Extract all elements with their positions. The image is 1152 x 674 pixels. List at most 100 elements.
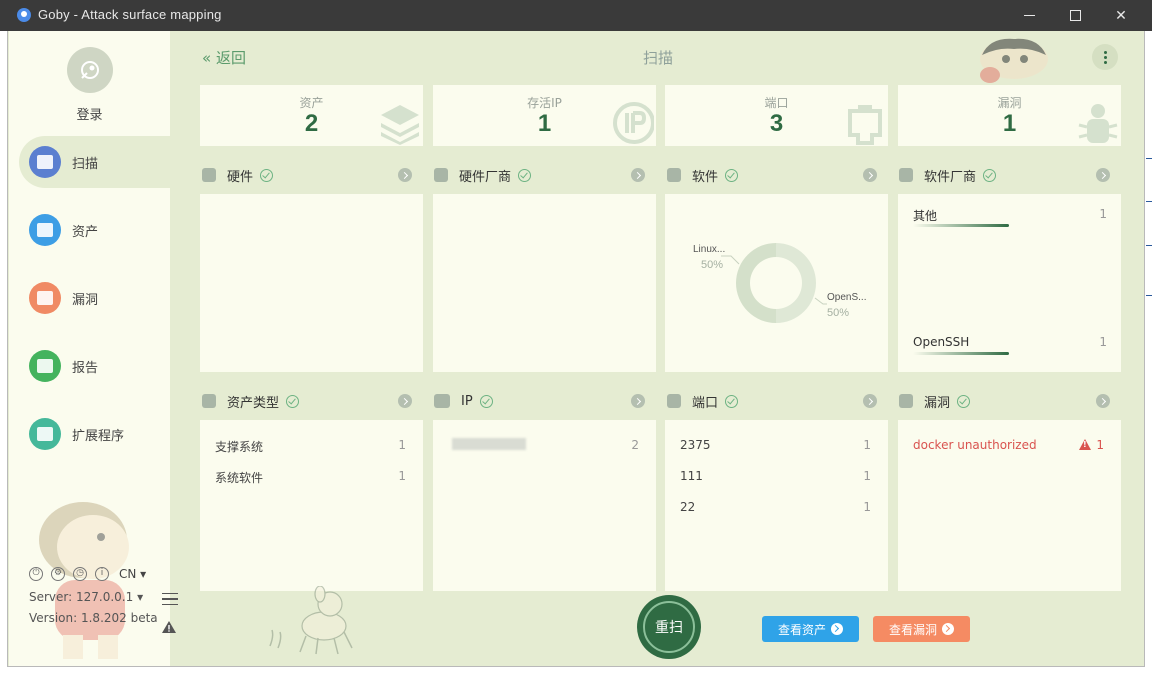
- stat-card-assets[interactable]: 资产 2: [200, 85, 423, 146]
- sidebar-item-assets[interactable]: 资产: [19, 204, 170, 256]
- background-app-edge: [1146, 245, 1152, 246]
- dog-decoration: [269, 586, 353, 655]
- section-header-hardware: 硬件: [202, 164, 274, 186]
- rescan-button[interactable]: 重扫: [637, 595, 701, 659]
- donut-category-label: Linux...: [693, 244, 725, 255]
- scan-icon: [29, 146, 61, 178]
- item-count: 2: [631, 438, 639, 452]
- list-item[interactable]: 22 1: [665, 497, 888, 517]
- view-vulnerabilities-label: 查看漏洞: [888, 622, 937, 637]
- language-select[interactable]: CN ▾: [119, 567, 146, 581]
- close-button[interactable]: ✕: [1098, 0, 1144, 31]
- avatar[interactable]: [67, 47, 113, 93]
- hardware-more-button[interactable]: [398, 168, 412, 182]
- vendor-bar: [913, 224, 1009, 227]
- software-vendor-panel: 其他 1 OpenSSH 1: [898, 194, 1121, 372]
- background-app-edge: [1146, 158, 1152, 159]
- assets-icon: [29, 214, 61, 246]
- ip-panel: 2: [433, 420, 656, 591]
- item-count: 1: [863, 469, 871, 483]
- vendor-name: OpenSSH: [913, 335, 970, 349]
- list-item[interactable]: 111 1: [665, 466, 888, 486]
- section-title: 硬件: [227, 169, 254, 185]
- vendor-count: 1: [1099, 207, 1107, 221]
- check-circle-icon: [725, 168, 739, 182]
- main-content: « 返回 扫描 资产 2 存活IP 1 端口 3 漏洞 1 硬件 硬件厂商 软件…: [170, 31, 1144, 666]
- bug-icon: [899, 394, 913, 408]
- software-vendor-more-button[interactable]: [1096, 168, 1110, 182]
- power-icon[interactable]: ⏻: [29, 567, 43, 581]
- item-count: 1: [863, 500, 871, 514]
- list-item[interactable]: 系统软件 1: [200, 466, 423, 486]
- list-item[interactable]: docker unauthorized 1: [898, 435, 1121, 455]
- section-header-asset-type: 资产类型: [202, 390, 300, 412]
- vulnerability-icon: [29, 282, 61, 314]
- pie-icon: [202, 394, 216, 408]
- sidebar-item-report[interactable]: 报告: [19, 340, 170, 392]
- list-item[interactable]: OpenSSH 1: [898, 335, 1121, 359]
- title-bar: Goby - Attack surface mapping ✕: [0, 0, 1152, 31]
- info-icon[interactable]: i: [95, 567, 109, 581]
- clock-icon[interactable]: ◷: [73, 567, 87, 581]
- ip-more-button[interactable]: [631, 394, 645, 408]
- section-title: 端口: [692, 395, 719, 411]
- stat-card-ports[interactable]: 端口 3: [665, 85, 888, 146]
- section-header-ip: IP: [434, 390, 493, 412]
- item-count: 1: [1096, 438, 1104, 452]
- list-item[interactable]: 2375 1: [665, 435, 888, 455]
- sidebar-item-extensions[interactable]: 扩展程序: [19, 408, 170, 460]
- stat-card-vulnerabilities[interactable]: 漏洞 1: [898, 85, 1121, 146]
- bug-icon: [1078, 104, 1118, 143]
- section-header-hardware-vendor: 硬件厂商: [434, 164, 532, 186]
- hardware-vendor-more-button[interactable]: [631, 168, 645, 182]
- view-vulnerabilities-button[interactable]: 查看漏洞: [873, 616, 970, 642]
- ip-icon: [613, 102, 654, 144]
- rescan-label: 重扫: [655, 620, 683, 636]
- software-panel: Linux... 50% OpenS... 50%: [665, 194, 888, 372]
- sidebar-item-label: 报告: [72, 360, 99, 376]
- maximize-button[interactable]: [1052, 0, 1098, 31]
- port-panel: 2375 1 111 1 22 1: [665, 420, 888, 591]
- list-item[interactable]: 支撑系统 1: [200, 435, 423, 455]
- item-count: 1: [863, 438, 871, 452]
- port-number: 22: [680, 500, 696, 514]
- app-window: 登录 扫描 资产 漏洞 报告 扩展程序 ⏻ ⚙ ◷ i CN ▾ Server:…: [7, 31, 1145, 667]
- asset-type-more-button[interactable]: [398, 394, 412, 408]
- sidebar-item-label: 扫描: [72, 156, 99, 172]
- stat-card-live-ip[interactable]: 存活IP 1: [433, 85, 656, 146]
- sidebar-item-vulnerabilities[interactable]: 漏洞: [19, 272, 170, 324]
- section-title: 软件厂商: [924, 169, 977, 185]
- vulnerability-more-button[interactable]: [1096, 394, 1110, 408]
- port-more-button[interactable]: [863, 394, 877, 408]
- donut-slice[interactable]: [776, 243, 816, 323]
- section-title: 硬件厂商: [459, 169, 512, 185]
- port-number: 111: [680, 469, 703, 483]
- vendor-bar: [913, 352, 1009, 355]
- login-label[interactable]: 登录: [9, 104, 170, 123]
- window-title: Goby - Attack surface mapping: [38, 7, 222, 22]
- check-circle-icon: [725, 394, 739, 408]
- minimize-button[interactable]: [1006, 0, 1052, 31]
- gear-icon[interactable]: ⚙: [51, 567, 65, 581]
- background-app-edge: [1146, 295, 1152, 296]
- sidebar-item-scan[interactable]: 扫描: [19, 136, 171, 188]
- list-item[interactable]: 2: [433, 435, 656, 455]
- server-select[interactable]: Server: 127.0.0.1 ▾: [29, 590, 143, 604]
- more-options-button[interactable]: [1092, 44, 1118, 70]
- vendor-name: 其他: [913, 209, 938, 223]
- cartoon-decoration: [980, 38, 1048, 83]
- monitor-icon: [434, 394, 450, 408]
- check-circle-icon: [983, 168, 997, 182]
- sidebar-item-label: 资产: [72, 224, 99, 240]
- list-item[interactable]: 其他 1: [898, 207, 1121, 231]
- section-header-port: 端口: [667, 390, 739, 412]
- image-icon: [434, 168, 448, 182]
- view-assets-button[interactable]: 查看资产: [762, 616, 859, 642]
- donut-percent-label: 50%: [701, 259, 723, 271]
- sidebar-footer-tools: ⏻ ⚙ ◷ i CN ▾: [29, 567, 146, 581]
- check-circle-icon: [260, 168, 274, 182]
- arrow-right-icon: [831, 623, 843, 635]
- software-more-button[interactable]: [863, 168, 877, 182]
- donut-slice[interactable]: [736, 243, 776, 323]
- donut-leader-line: [721, 255, 740, 265]
